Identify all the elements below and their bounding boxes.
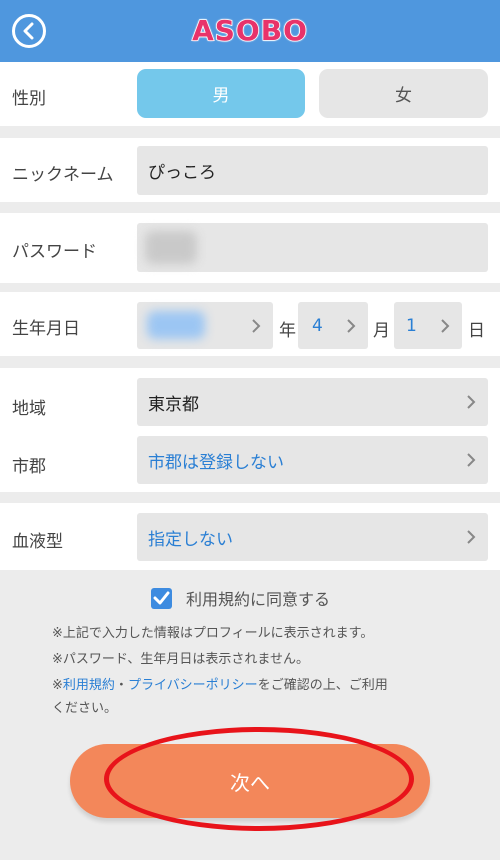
birth-month-value: 4 xyxy=(312,316,323,336)
chevron-right-icon xyxy=(347,318,356,333)
note-hidden: ※パスワード、生年月日は表示されません。 xyxy=(52,652,309,667)
note-terms: ※利用規約・プライバシーポリシーをご確認の上、ご利用 xyxy=(52,676,388,696)
region-label: 地域 xyxy=(12,399,46,419)
blood-select[interactable]: 指定しない xyxy=(137,513,488,561)
agree-checkbox-row[interactable]: 利用規約に同意する xyxy=(151,586,330,610)
password-label: パスワード xyxy=(12,242,97,262)
note-profile: ※上記で入力した情報はプロフィールに表示されます。 xyxy=(52,626,374,641)
location-row: 地域 東京都 市郡 市郡は登録しない xyxy=(0,368,500,492)
blood-row: 血液型 指定しない xyxy=(0,503,500,570)
chevron-right-icon xyxy=(252,318,261,333)
nickname-row: ニックネーム ぴっころ xyxy=(0,138,500,202)
blood-label: 血液型 xyxy=(12,532,63,552)
password-row: パスワード xyxy=(0,213,500,283)
password-input[interactable] xyxy=(137,223,488,272)
checkmark-icon xyxy=(153,591,170,604)
redacted-password xyxy=(145,231,197,264)
chevron-right-icon xyxy=(467,453,476,467)
app-logo: ASOBO xyxy=(191,13,308,48)
gender-label: 性別 xyxy=(12,89,46,109)
city-select[interactable]: 市郡は登録しない xyxy=(137,436,488,484)
gender-female-button[interactable]: 女 xyxy=(319,69,488,118)
note-separator: ・ xyxy=(114,678,128,693)
birth-day-select[interactable] xyxy=(394,302,462,349)
birth-day-value: 1 xyxy=(406,316,417,336)
agree-label: 利用規約に同意する xyxy=(186,590,331,609)
birth-year-select[interactable] xyxy=(137,302,273,349)
terms-link[interactable]: 利用規約 xyxy=(63,678,115,693)
region-select[interactable]: 東京都 xyxy=(137,378,488,426)
next-button[interactable]: 次へ xyxy=(70,744,430,818)
note-continued: ください。 xyxy=(52,701,118,716)
chevron-right-icon xyxy=(441,318,450,333)
privacy-policy-link[interactable]: プライバシーポリシー xyxy=(128,678,258,693)
city-value: 市郡は登録しない xyxy=(148,452,284,473)
gender-male-button[interactable]: 男 xyxy=(137,69,305,118)
header-bar: ASOBO xyxy=(0,0,500,62)
redacted-birth-year xyxy=(147,311,205,339)
note-prefix: ※ xyxy=(52,678,63,693)
agree-checkbox[interactable] xyxy=(151,587,172,609)
chevron-right-icon xyxy=(467,530,476,544)
birth-month-suffix: 月 xyxy=(373,321,390,341)
region-value: 東京都 xyxy=(148,394,199,415)
note-suffix: をご確認の上、ご利用 xyxy=(257,678,388,693)
city-label: 市郡 xyxy=(12,457,46,477)
birthday-label: 生年月日 xyxy=(12,319,80,339)
birth-year-suffix: 年 xyxy=(279,321,296,341)
blood-value: 指定しない xyxy=(148,529,233,550)
nickname-input[interactable]: ぴっころ xyxy=(137,146,488,195)
chevron-right-icon xyxy=(467,395,476,409)
birth-day-suffix: 日 xyxy=(468,321,485,341)
birth-month-select[interactable] xyxy=(298,302,368,349)
nickname-label: ニックネーム xyxy=(12,165,114,185)
